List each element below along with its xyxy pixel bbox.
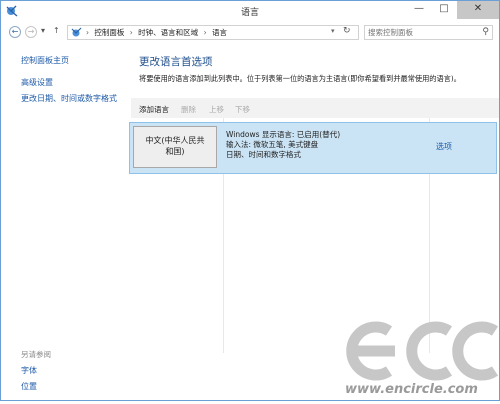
move-down-button[interactable]: 下移	[235, 104, 250, 115]
breadcrumb-separator: ›	[203, 28, 207, 37]
back-button[interactable]: ←	[9, 26, 21, 38]
language-toolbar: 添加语言 删除 上移 下移	[131, 98, 499, 118]
see-also-label: 另请参阅	[21, 350, 51, 359]
language-details: Windows 显示语言: 已启用(替代) 输入法: 微软五笔, 美式键盘 日期…	[226, 130, 340, 160]
breadcrumb-language[interactable]: 语言	[212, 28, 227, 37]
sidebar: 控制面板主页 高级设置 更改日期、时间或数字格式 另请参阅 字体 位置	[1, 43, 131, 398]
navigation-bar: ← → ▾ ↑ › 控制面板 › 时钟、语言和区域 › 语言 ▾ ↻ 搜索控制面…	[1, 23, 499, 43]
date-time-format: 日期、时间和数字格式	[226, 150, 301, 159]
display-language-status: Windows 显示语言: 已启用(替代)	[226, 130, 341, 139]
language-window: 语言 — □ ✕ ← → ▾ ↑ › 控制面板 › 时钟、语言和区域 › 语言	[0, 0, 500, 401]
watermark-logo: www.encircle.com	[331, 301, 500, 402]
close-button[interactable]: ✕	[457, 1, 499, 19]
sidebar-item-control-panel-home[interactable]: 控制面板主页	[21, 55, 69, 66]
sidebar-item-change-date-time-format[interactable]: 更改日期、时间或数字格式	[21, 93, 117, 104]
move-up-button[interactable]: 上移	[209, 104, 224, 115]
address-bar[interactable]: › 控制面板 › 时钟、语言和区域 › 语言	[67, 25, 359, 40]
search-icon[interactable]: ⚲	[482, 27, 489, 37]
breadcrumb-clock-language-region[interactable]: 时钟、语言和区域	[138, 28, 198, 37]
address-dropdown-chevron-down-icon[interactable]: ▾	[331, 27, 335, 35]
title-bar: 语言 — □ ✕	[1, 1, 499, 23]
refresh-icon[interactable]: ↻	[343, 26, 351, 36]
search-input[interactable]	[368, 27, 474, 38]
page-description: 将要使用的语言添加到此列表中。位于列表第一位的语言为主语言(即你希望看到并最常使…	[139, 74, 461, 83]
language-name-line2: 和国)	[165, 147, 185, 156]
search-box[interactable]: ⚲	[364, 25, 493, 40]
input-methods: 输入法: 微软五笔, 美式键盘	[226, 140, 319, 149]
breadcrumb-separator: ›	[129, 28, 133, 37]
breadcrumb-control-panel[interactable]: 控制面板	[94, 28, 124, 37]
sidebar-item-fonts[interactable]: 字体	[21, 365, 37, 376]
language-row[interactable]: 中文(中华人民共 和国) Windows 显示语言: 已启用(替代) 输入法: …	[129, 122, 497, 174]
forward-button[interactable]: →	[25, 26, 37, 38]
sidebar-item-location[interactable]: 位置	[21, 381, 37, 392]
control-panel-icon	[71, 27, 83, 38]
breadcrumb-separator: ›	[86, 28, 89, 37]
recent-pages-chevron-down-icon[interactable]: ▾	[41, 26, 45, 35]
maximize-button[interactable]: □	[432, 1, 456, 19]
up-arrow-icon[interactable]: ↑	[53, 26, 60, 35]
language-options-link[interactable]: 选项	[436, 141, 452, 152]
minimize-button[interactable]: —	[407, 1, 431, 19]
page-title: 更改语言首选项	[139, 56, 213, 68]
add-language-button[interactable]: 添加语言	[139, 104, 169, 115]
language-name-button[interactable]: 中文(中华人民共 和国)	[133, 126, 217, 168]
breadcrumb: › 控制面板 › 时钟、语言和区域 › 语言	[86, 27, 230, 38]
remove-button[interactable]: 删除	[181, 104, 196, 115]
language-name-line1: 中文(中华人民共	[145, 136, 205, 145]
watermark-site-text: www.encircle.com	[345, 382, 478, 397]
sidebar-item-advanced-settings[interactable]: 高级设置	[21, 77, 53, 88]
